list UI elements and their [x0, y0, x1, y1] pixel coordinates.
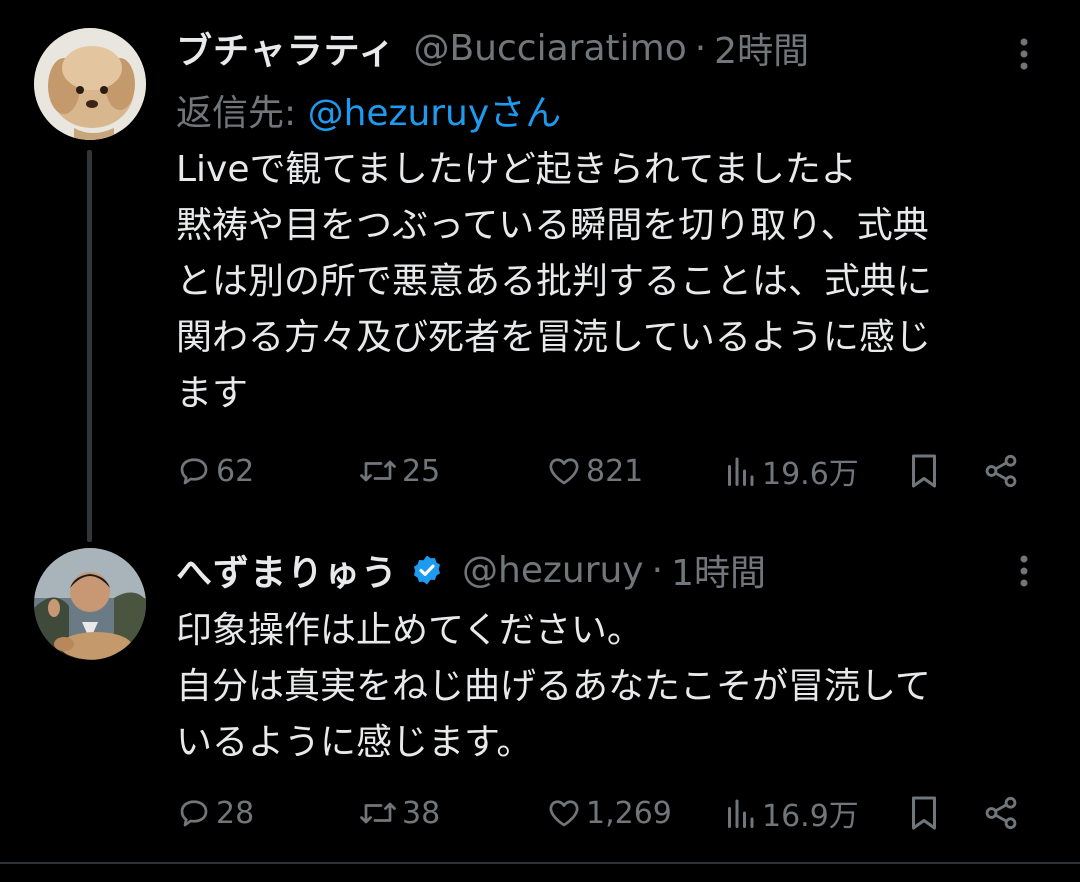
tweet-text-line: 関わる方々及び死者を冒涜しているように感じ: [176, 317, 931, 358]
repost-count: 38: [402, 795, 441, 831]
repost-button[interactable]: 25: [358, 447, 440, 495]
like-button[interactable]: 1,269: [546, 789, 672, 837]
heart-icon: [549, 800, 579, 827]
share-icon: [985, 454, 1017, 488]
bookmark-button[interactable]: [906, 789, 942, 837]
views-button[interactable]: 19.6万: [722, 447, 859, 495]
tweet-header: ブチャラティ @Bucciaratimo · 2時間: [176, 23, 809, 73]
reply-prefix: 返信先:: [176, 93, 308, 134]
bookmark-icon: [912, 796, 936, 830]
bookmark-button[interactable]: [906, 447, 942, 495]
tweet-header: へずまりゅう @hezuruy · 1時間: [176, 545, 766, 595]
display-name[interactable]: ブチャラティ: [176, 22, 395, 74]
dog-avatar[interactable]: [34, 28, 146, 140]
repost-button[interactable]: 38: [358, 789, 440, 837]
bookmark-icon: [912, 454, 936, 488]
repost-icon: [360, 802, 396, 824]
timestamp[interactable]: 1時間: [671, 544, 766, 596]
views-button[interactable]: 16.9万: [722, 789, 859, 837]
tweet-text: Liveで観てましたけど起きられてましたよ 黙祷や目をつぶっている瞬間を切り取り…: [176, 142, 932, 422]
display-name[interactable]: へずまりゅう: [176, 544, 398, 596]
repost-icon: [360, 460, 396, 482]
reply-context: 返信先: @hezuruyさん: [176, 84, 561, 136]
tweet-text: 印象操作は止めてください。 自分は真実をねじ曲げるあなたこそが冒涜して いるよう…: [176, 603, 931, 771]
separator-dot: ·: [651, 549, 664, 591]
view-count: 16.9万: [762, 799, 859, 834]
tweet-text-line: 自分は真実をねじ曲げるあなたこそが冒涜して: [176, 666, 931, 707]
user-handle[interactable]: @hezuruy: [462, 550, 644, 591]
like-count: 1,269: [586, 795, 672, 831]
reply-icon: [180, 800, 208, 827]
views-icon: [728, 799, 754, 828]
tweet-divider: [0, 862, 1080, 864]
tweet-actions: 62 25 821 19.6万: [176, 447, 1036, 495]
tweet-text-line: Liveで観てましたけど起きられてましたよ: [176, 149, 857, 190]
views-icon: [728, 457, 754, 486]
thread-line: [87, 150, 92, 542]
reply-count: 62: [216, 453, 255, 489]
reply-suffix[interactable]: さん: [489, 93, 561, 134]
tweet-bucciaratimo[interactable]: ブチャラティ @Bucciaratimo · 2時間 返信先: @hezuruy…: [0, 0, 1080, 542]
share-button[interactable]: [982, 447, 1020, 495]
reply-button[interactable]: 62: [176, 447, 254, 495]
like-button[interactable]: 821: [546, 447, 643, 495]
tweet-text-line: 黙祷や目をつぶっている瞬間を切り取り、式典: [176, 205, 929, 246]
reply-count: 28: [216, 795, 255, 831]
reply-mention[interactable]: @hezuruy: [308, 93, 490, 134]
tweet-text-line: とは別の所で悪意ある批判することは、式典に: [176, 261, 933, 302]
timestamp[interactable]: 2時間: [714, 22, 809, 74]
reply-button[interactable]: 28: [176, 789, 254, 837]
repost-count: 25: [402, 453, 441, 489]
share-button[interactable]: [982, 789, 1020, 837]
user-handle[interactable]: @Bucciaratimo: [413, 28, 686, 69]
tweet-actions: 28 38 1,269 16.9万: [176, 789, 1036, 837]
separator-dot: ·: [694, 27, 707, 69]
view-count: 19.6万: [762, 457, 859, 492]
more-options-icon[interactable]: [1008, 551, 1040, 591]
tweet-text-line: ます: [176, 373, 249, 414]
tweet-text-line: いるように感じます。: [176, 722, 533, 763]
tweet-text-line: 印象操作は止めてください。: [176, 610, 643, 651]
like-count: 821: [586, 453, 644, 489]
more-options-icon[interactable]: [1008, 34, 1040, 74]
heart-icon: [549, 458, 579, 485]
reply-icon: [180, 458, 208, 485]
share-icon: [985, 796, 1017, 830]
verified-badge-icon: [413, 555, 441, 585]
